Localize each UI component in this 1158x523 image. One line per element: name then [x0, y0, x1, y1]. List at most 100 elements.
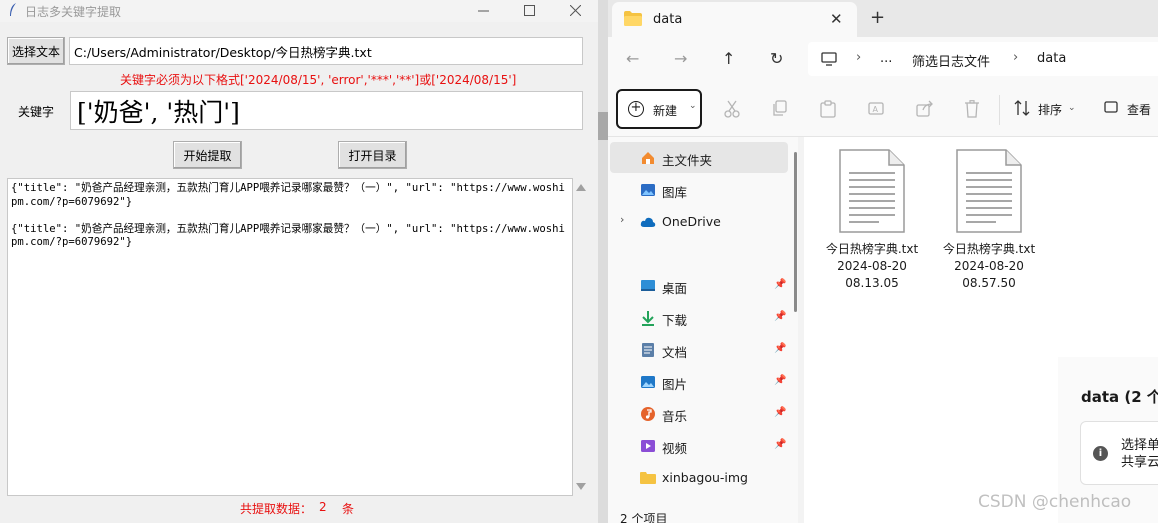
forward-arrow-icon[interactable]: → — [674, 49, 687, 68]
close-icon — [569, 4, 581, 17]
sidebar-item[interactable]: 主文件夹 — [610, 142, 788, 173]
navigation-pane: 主文件夹 图库 › OneDrive 桌面 📌 下载 📌 文档 📌 图片 📌 音乐 📌 视频 📌 xinbago… — [608, 137, 798, 523]
tab-data[interactable]: data ✕ — [612, 2, 857, 37]
svg-text:A: A — [873, 105, 879, 114]
picture-icon — [640, 374, 656, 390]
file-date: 2024-08-20 — [837, 259, 907, 273]
tab-bar: data ✕ + — [608, 0, 1158, 37]
info-icon: i — [1093, 446, 1108, 461]
sidebar-item-label: 桌面 — [662, 281, 688, 296]
pin-icon[interactable]: 📌 — [774, 343, 786, 354]
sidebar-item[interactable]: 文档 📌 — [610, 334, 788, 365]
desktop-icon — [640, 278, 656, 294]
pin-icon[interactable]: 📌 — [774, 311, 786, 322]
keyword-input[interactable]: ['奶爸', '热门'] — [70, 91, 583, 130]
sidebar-scrollbar[interactable] — [794, 152, 797, 312]
details-pane: data (2 个项 i 选择单 共享云 — [1058, 137, 1158, 523]
sidebar-item-label: 图片 — [662, 377, 688, 392]
file-list: 今日热榜字典.txt 2024-08-20 08.13.05 今日热榜字典.tx… — [804, 137, 1058, 523]
delete-icon[interactable] — [964, 100, 980, 118]
chevron-right-icon: › — [1013, 50, 1019, 65]
status-bar-item-count: 2 个项目 — [620, 512, 668, 523]
details-text-line: 共享云 — [1121, 455, 1158, 470]
file-date: 2024-08-20 — [954, 259, 1024, 273]
sidebar-item-label: 音乐 — [662, 409, 688, 424]
sidebar-item[interactable]: › OneDrive — [610, 206, 788, 237]
new-tab-icon[interactable]: + — [870, 7, 885, 28]
result-line: {"title": "奶爸产品经理亲测，五款热门育儿APP喂养记录哪家最赞？（一… — [11, 222, 565, 249]
sidebar-item-label: 图库 — [662, 185, 688, 200]
file-path-input[interactable]: C:/Users/Administrator/Desktop/今日热榜字典.tx… — [69, 37, 583, 65]
address-bar[interactable]: › ... 筛选日志文件 › data — [808, 42, 1158, 76]
refresh-icon[interactable]: ↻ — [770, 49, 783, 68]
results-textarea[interactable]: {"title": "奶爸产品经理亲测，五款热门育儿APP喂养记录哪家最赞？（一… — [7, 178, 573, 496]
close-button[interactable] — [552, 0, 598, 22]
view-icon[interactable] — [1104, 100, 1118, 114]
file-item[interactable]: 今日热榜字典.txt 2024-08-20 08.57.50 — [937, 149, 1041, 292]
up-arrow-icon[interactable]: ↑ — [722, 49, 735, 68]
view-label[interactable]: 查看 — [1127, 101, 1151, 118]
sidebar-item[interactable]: 图片 📌 — [610, 366, 788, 397]
text-file-icon — [956, 149, 1022, 233]
download-icon — [640, 310, 656, 326]
maximize-button[interactable] — [506, 0, 552, 22]
pin-icon[interactable]: 📌 — [774, 439, 786, 450]
new-label: 新建 — [653, 104, 678, 118]
share-icon[interactable] — [916, 100, 934, 117]
file-explorer-window: data ✕ + ← → ↑ ↻ › ... 筛选日志文件 › data + 新… — [608, 0, 1158, 523]
open-directory-button[interactable]: 打开目录 — [338, 141, 407, 169]
music-icon — [640, 406, 656, 422]
file-time: 08.13.05 — [845, 276, 899, 290]
details-info-card: i 选择单 共享云 — [1080, 421, 1158, 485]
select-file-button[interactable]: 选择文本 — [7, 37, 65, 65]
copy-icon[interactable] — [772, 100, 788, 117]
details-preview-area — [1058, 137, 1158, 357]
sort-label[interactable]: 排序 — [1038, 101, 1062, 118]
pin-icon[interactable]: 📌 — [774, 279, 786, 290]
rename-icon[interactable]: A — [868, 100, 886, 117]
document-icon — [640, 342, 656, 358]
sidebar-item[interactable]: 下载 📌 — [610, 302, 788, 333]
file-item[interactable]: 今日热榜字典.txt 2024-08-20 08.13.05 — [820, 149, 924, 292]
count-suffix: 条 — [342, 502, 355, 516]
computer-icon — [821, 52, 837, 66]
window-title: 日志多关键字提取 — [25, 5, 122, 19]
chevron-right-icon[interactable]: › — [620, 213, 624, 226]
count-prefix: 共提取数据： — [240, 502, 313, 516]
watermark: CSDN @chenhcao — [978, 492, 1132, 512]
breadcrumb-filter-folder[interactable]: 筛选日志文件 — [912, 51, 990, 70]
start-extract-button[interactable]: 开始提取 — [173, 141, 242, 169]
navigation-bar: ← → ↑ ↻ › ... 筛选日志文件 › data — [608, 37, 1158, 83]
pin-icon[interactable]: 📌 — [774, 407, 786, 418]
maximize-icon — [523, 5, 535, 16]
pin-icon[interactable]: 📌 — [774, 375, 786, 386]
minimize-button[interactable] — [460, 0, 506, 22]
breadcrumb-more[interactable]: ... — [880, 51, 892, 66]
folder-icon — [640, 470, 656, 486]
breadcrumb-data[interactable]: data — [1037, 51, 1066, 66]
scroll-up-icon[interactable] — [576, 184, 586, 191]
sidebar-item[interactable]: xinbagou-img — [610, 462, 788, 493]
window-divider — [598, 0, 608, 523]
video-icon — [640, 438, 656, 454]
cut-icon[interactable] — [724, 100, 740, 118]
gallery-icon — [640, 182, 656, 198]
minimize-icon — [477, 10, 489, 12]
sidebar-item[interactable]: 桌面 📌 — [610, 270, 788, 301]
sidebar-item[interactable]: 音乐 📌 — [610, 398, 788, 429]
sort-icon[interactable] — [1014, 100, 1030, 116]
divider-scroll-thumb[interactable] — [598, 112, 608, 140]
sidebar-item-label: OneDrive — [662, 214, 721, 229]
new-button[interactable]: + 新建 ⌄ — [616, 89, 702, 129]
format-hint: 关键字必须为以下格式['2024/08/15', 'error','***','… — [120, 73, 517, 87]
keyword-label: 关键字 — [18, 105, 55, 119]
sidebar-item-label: 视频 — [662, 441, 688, 456]
back-arrow-icon[interactable]: ← — [626, 49, 639, 68]
scroll-down-icon[interactable] — [576, 483, 586, 490]
file-name: 今日热榜字典.txt — [825, 242, 919, 256]
sidebar-item[interactable]: 视频 📌 — [610, 430, 788, 461]
sidebar-item[interactable]: 图库 — [610, 174, 788, 205]
tab-close-icon[interactable]: ✕ — [830, 10, 843, 28]
paste-icon[interactable] — [820, 100, 836, 118]
results-scrollbar[interactable] — [573, 178, 589, 496]
